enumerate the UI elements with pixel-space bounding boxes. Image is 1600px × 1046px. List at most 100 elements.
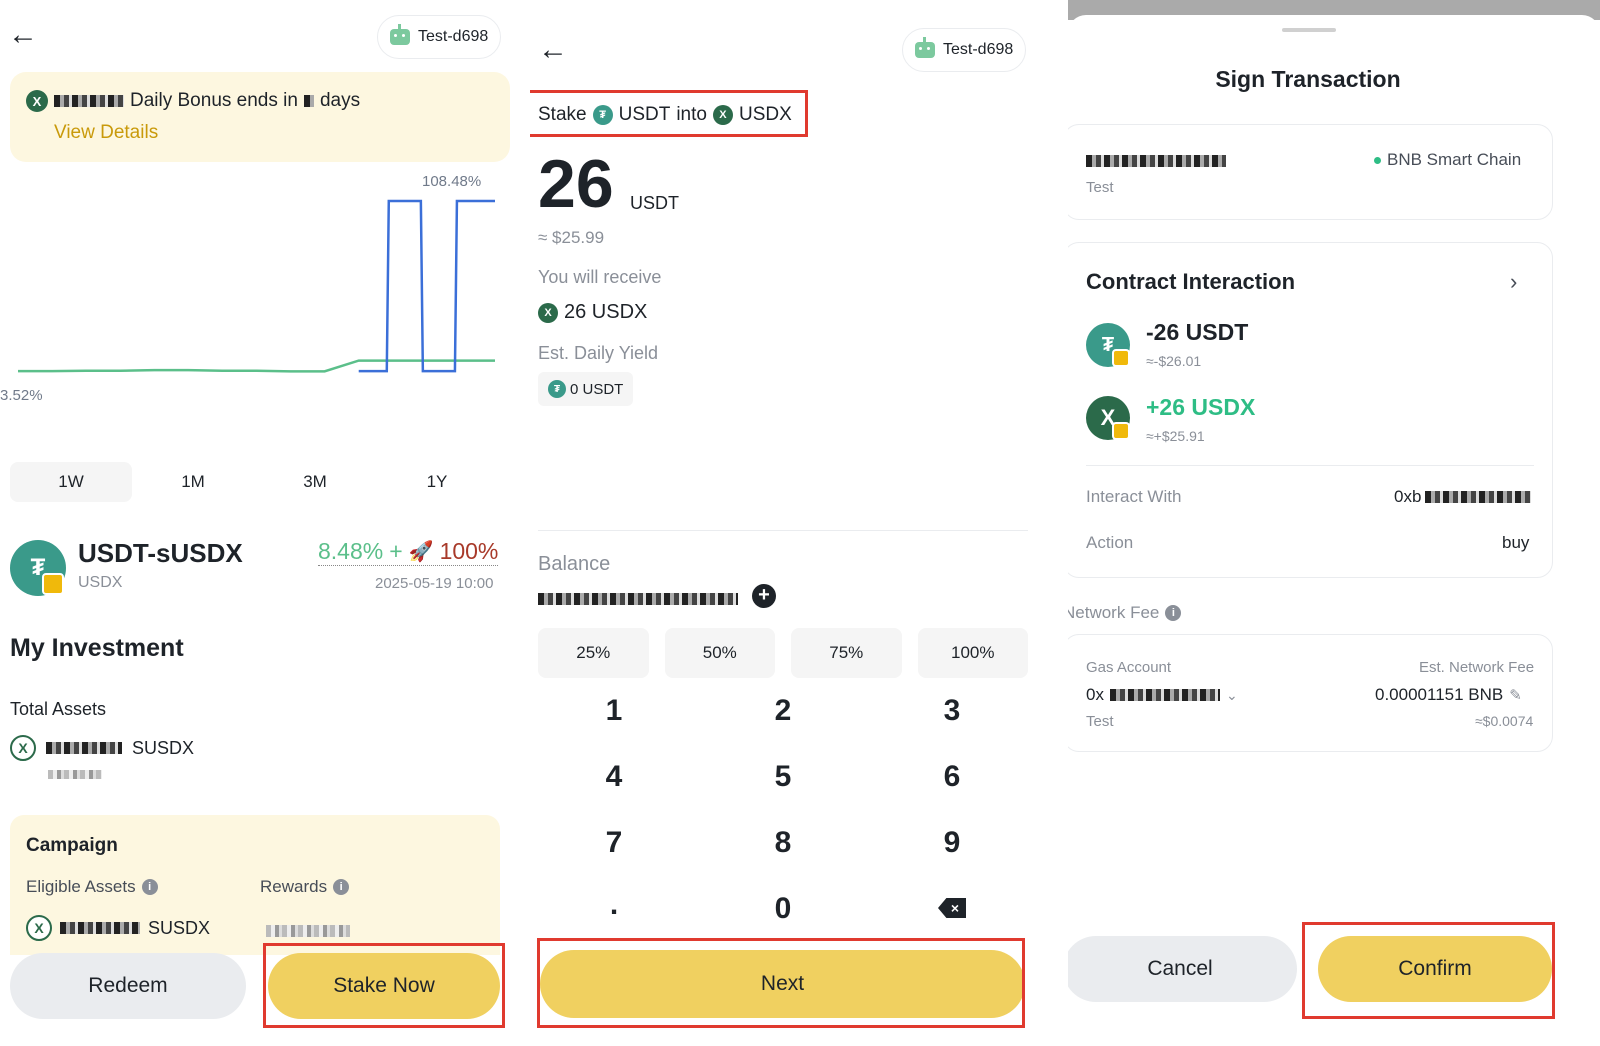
redacted-total <box>46 742 122 754</box>
range-3m[interactable]: 3M <box>254 462 376 502</box>
range-1w[interactable]: 1W <box>10 462 132 502</box>
redacted-fiat <box>48 770 102 779</box>
key-6[interactable]: 6 <box>892 760 1012 794</box>
usdt-icon: ₮ <box>548 380 566 398</box>
product-logo: ₮ <box>10 540 68 598</box>
chain-indicator: BNB Smart Chain <box>1374 150 1521 170</box>
product-name: USDT-sUSDX <box>78 538 243 568</box>
redacted-address <box>1425 491 1532 503</box>
network-fee-label: Network Fee i <box>1068 603 1182 623</box>
total-assets-row: X SUSDX <box>10 735 194 761</box>
backspace-icon[interactable]: × <box>938 898 966 918</box>
sheet-top <box>1068 15 1600 35</box>
chain-name: BNB Smart Chain <box>1387 150 1522 169</box>
rocket-icon: 🚀 <box>408 541 434 563</box>
highlight-box <box>530 90 808 137</box>
est-fee-value: 0.00001151 BNB <box>1375 685 1504 704</box>
percent-50-button[interactable]: 50% <box>664 628 775 678</box>
key-dot[interactable]: . <box>554 888 674 922</box>
usdx-x-icon: X <box>26 90 48 112</box>
yield-label: Est. Daily Yield <box>538 343 659 363</box>
key-4[interactable]: 4 <box>554 760 674 794</box>
key-1[interactable]: 1 <box>554 694 674 728</box>
chart-min-label: 3.52% <box>0 387 43 404</box>
percent-100-button[interactable]: 100% <box>917 628 1028 678</box>
receive-row: X 26 USDX <box>538 301 647 324</box>
wallet-name: Test-d698 <box>418 28 489 45</box>
percent-75-button[interactable]: 75% <box>791 628 902 678</box>
cancel-button[interactable]: Cancel <box>1068 936 1297 1002</box>
boost-value: 100% <box>439 538 499 564</box>
info-icon[interactable]: i <box>333 879 350 895</box>
highlight-box <box>263 943 505 1028</box>
redacted-account <box>1086 155 1226 167</box>
rewards-label-text: Rewards <box>260 877 328 896</box>
highlight-box <box>1302 922 1555 1019</box>
range-selector: 1W 1M 3M 1Y <box>10 462 500 502</box>
chevron-right-icon[interactable]: › <box>1510 269 1517 295</box>
receive-label: You will receive <box>538 267 662 287</box>
amount-fiat: ≈ $25.99 <box>538 228 605 247</box>
key-9[interactable]: 9 <box>892 826 1012 860</box>
key-7[interactable]: 7 <box>554 826 674 860</box>
bonus-banner: X Daily Bonus ends in days View Details <box>10 72 510 162</box>
interact-value[interactable]: 0xb <box>1394 487 1532 507</box>
redeem-button[interactable]: Redeem <box>10 953 246 1019</box>
est-fee-row[interactable]: 0.00001151 BNB ✎ <box>1375 685 1522 705</box>
view-details-link[interactable]: View Details <box>54 122 158 144</box>
apr-chart <box>18 199 495 373</box>
add-funds-icon[interactable]: + <box>752 584 776 608</box>
sign-transaction-panel: Sign Transaction Test BNB Smart Chain Co… <box>1068 0 1600 1046</box>
apr-plus: + <box>389 538 403 564</box>
key-3[interactable]: 3 <box>892 694 1012 728</box>
product-date: 2025-05-19 10:00 <box>375 575 494 592</box>
rewards-label: Rewards i <box>260 877 350 897</box>
range-1m[interactable]: 1M <box>132 462 254 502</box>
total-assets-token: SUSDX <box>132 737 195 758</box>
fee-card: Gas Account 0x ⌄ Test Est. Network Fee 0… <box>1068 634 1553 752</box>
account-card: Test BNB Smart Chain <box>1068 124 1553 220</box>
info-icon[interactable]: i <box>141 879 158 895</box>
robot-icon <box>915 37 935 58</box>
eligible-label: Eligible Assets i <box>26 877 158 897</box>
out-amount: -26 USDT <box>1146 319 1249 345</box>
info-icon[interactable]: i <box>1165 605 1182 621</box>
stake-amount-panel: ← Test-d698 Stake ₮ USDT into X USDX 26 … <box>530 0 1050 1046</box>
back-arrow-icon[interactable]: ← <box>538 35 568 65</box>
gas-label: Gas Account <box>1086 659 1172 676</box>
contract-card: Contract Interaction › ₮ -26 USDT ≈-$26.… <box>1068 242 1553 578</box>
bnb-badge-icon <box>42 573 64 595</box>
investment-title: My Investment <box>10 634 184 662</box>
redacted-balance <box>538 593 738 605</box>
eligible-label-text: Eligible Assets <box>26 877 136 896</box>
campaign-card: Campaign Eligible Assets i Rewards i X S… <box>10 815 500 955</box>
eligible-row: X SUSDX <box>26 915 210 941</box>
sheet-title: Sign Transaction <box>1215 66 1401 92</box>
edit-icon[interactable]: ✎ <box>1509 686 1522 704</box>
wallet-chip[interactable]: Test-d698 <box>377 15 502 59</box>
interact-prefix: 0xb <box>1394 487 1422 506</box>
receive-value: 26 USDX <box>564 301 648 323</box>
bonus-apr-line <box>358 199 495 373</box>
key-5[interactable]: 5 <box>723 760 843 794</box>
drag-handle[interactable] <box>1282 28 1336 32</box>
back-arrow-icon[interactable]: ← <box>8 20 38 50</box>
gas-sub: Test <box>1086 713 1114 730</box>
in-fiat: ≈+$25.91 <box>1146 428 1205 444</box>
est-fee-fiat: ≈$0.0074 <box>1475 713 1534 729</box>
robot-icon <box>390 24 410 45</box>
redacted-gas-address <box>1109 689 1220 701</box>
amount-value: 26 <box>538 146 614 222</box>
wallet-chip[interactable]: Test-d698 <box>902 28 1027 72</box>
product-detail-panel: ← Test-d698 X Daily Bonus ends in days V… <box>0 0 520 1046</box>
apr-display[interactable]: 8.48% + 🚀 100% <box>318 538 499 566</box>
range-1y[interactable]: 1Y <box>376 462 498 502</box>
key-2[interactable]: 2 <box>723 694 843 728</box>
gas-account-select[interactable]: 0x ⌄ <box>1086 685 1238 705</box>
action-label: Action <box>1086 533 1134 552</box>
percent-25-button[interactable]: 25% <box>538 628 649 678</box>
product-sub: USDX <box>78 574 123 591</box>
yield-value: 0 USDT <box>570 380 624 398</box>
key-8[interactable]: 8 <box>723 826 843 860</box>
key-0[interactable]: 0 <box>723 892 843 926</box>
